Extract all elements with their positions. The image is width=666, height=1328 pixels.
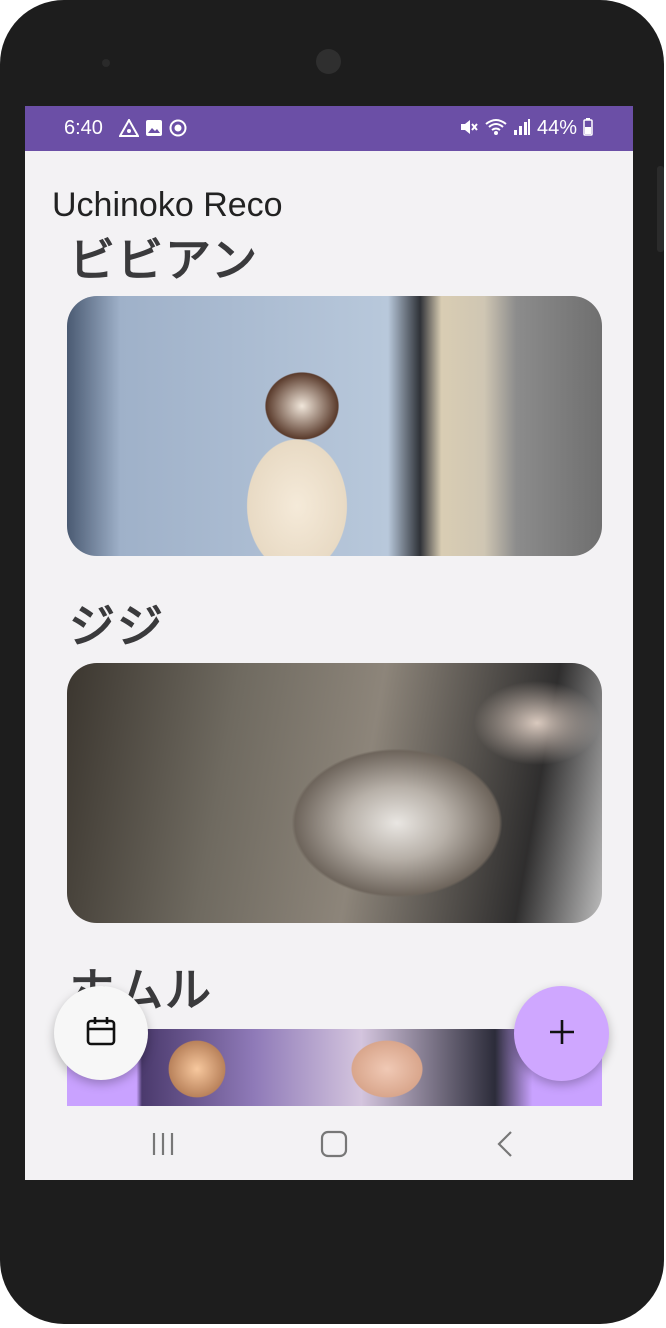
home-icon[interactable] xyxy=(320,1130,348,1162)
add-fab[interactable] xyxy=(514,986,609,1081)
side-button xyxy=(657,166,664,252)
front-camera xyxy=(316,49,341,74)
app-title: Uchinoko Reco xyxy=(52,186,283,224)
status-time: 6:40 xyxy=(64,117,103,139)
cat-photo-card-2[interactable] xyxy=(67,663,602,923)
screen: 6:40 44% Uchinoko Reco ビビアン ジジ ホムル xyxy=(25,106,633,1180)
battery-percent: 44% xyxy=(536,117,577,139)
record-icon xyxy=(169,119,187,141)
cat-name-2: ジジ xyxy=(69,599,165,653)
mute-icon xyxy=(459,118,479,140)
calendar-icon xyxy=(84,1014,118,1052)
wifi-icon xyxy=(485,118,507,140)
plus-icon xyxy=(547,1017,577,1051)
status-icons-left xyxy=(118,117,187,141)
phone-frame: 6:40 44% Uchinoko Reco ビビアン ジジ ホムル xyxy=(0,0,664,1324)
recents-icon[interactable] xyxy=(150,1130,178,1162)
cat-name-1: ビビアン xyxy=(69,233,260,287)
calendar-fab[interactable] xyxy=(54,986,148,1080)
image-icon xyxy=(145,119,163,141)
alert-triangle-icon xyxy=(118,117,140,141)
battery-icon xyxy=(583,117,593,140)
navigation-bar xyxy=(25,1106,633,1180)
signal-icon xyxy=(513,118,531,140)
back-icon[interactable] xyxy=(493,1130,517,1162)
status-icons-right: 44% xyxy=(459,117,593,140)
cat-photo-card-1[interactable] xyxy=(67,296,602,556)
status-bar: 6:40 44% xyxy=(25,106,633,151)
proximity-sensor xyxy=(102,59,110,67)
